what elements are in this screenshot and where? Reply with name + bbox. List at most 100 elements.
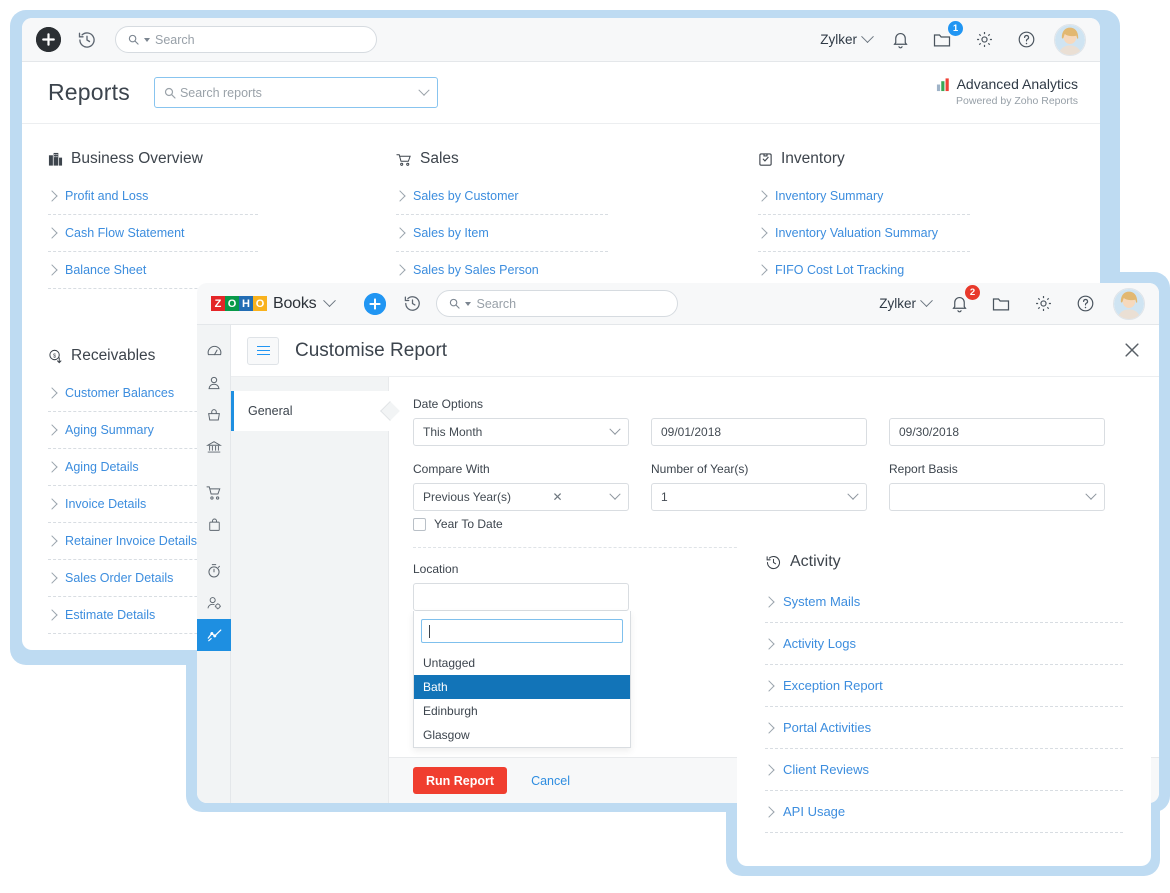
location-option[interactable]: Edinburgh [414,699,630,723]
rail-spacer [197,541,230,555]
reports-chart-icon[interactable] [197,619,231,651]
chevron-right-icon [46,461,58,473]
history-clock-icon[interactable] [398,290,426,318]
chevron-down-icon[interactable] [323,294,337,308]
shopping-cart-icon[interactable] [197,477,231,509]
report-link[interactable]: Sales by Item [394,215,608,252]
report-basis-select[interactable] [889,483,1105,511]
report-link[interactable]: Cash Flow Statement [46,215,258,252]
accountant-icon[interactable] [197,587,231,619]
bell-icon[interactable] [886,26,914,54]
start-date-value: 09/01/2018 [661,425,722,439]
tab-general[interactable]: General [231,391,389,431]
gear-icon[interactable] [970,26,998,54]
report-link[interactable]: Profit and Loss [46,178,258,215]
help-circle-icon[interactable] [1071,290,1099,318]
search-placeholder: Search [155,32,195,47]
activity-link[interactable]: Client Reviews [763,749,1123,791]
search-scope-caret-icon[interactable] [144,37,150,42]
books-topbar-right: Zylker 2 [879,284,1145,320]
chevron-right-icon [763,637,775,650]
search-input[interactable]: Search [436,290,679,317]
location-option-selected[interactable]: Bath [414,675,630,699]
end-date-input[interactable]: 09/30/2018 [889,418,1105,446]
location-option-label: Glasgow [423,728,470,742]
basket-icon[interactable] [197,399,231,431]
activity-link[interactable]: Portal Activities [763,707,1123,749]
activity-link[interactable]: Exception Report [763,665,1123,707]
chevron-right-icon [46,424,58,436]
year-to-date-label: Year To Date [434,517,503,531]
advanced-analytics-block[interactable]: Advanced Analytics Powered by Zoho Repor… [936,76,1078,107]
bank-icon[interactable] [197,431,231,463]
category-header-inventory: Inventory [758,148,1092,170]
clear-x-icon[interactable]: ✕ [552,490,569,504]
number-of-years-value: 1 [661,490,668,504]
text-cursor [429,624,430,638]
folder-icon[interactable] [987,290,1015,318]
category-title: Sales [420,150,459,167]
books-topbar: Z O H O Books Search Zylker 2 [197,283,1159,325]
books-icon-rail [197,325,231,803]
dashboard-icon[interactable] [197,335,231,367]
tab-general-label: General [248,404,293,418]
page-title: Reports [48,79,130,105]
date-options-select[interactable]: This Month [413,418,629,446]
chevron-right-icon [394,264,406,276]
activity-link[interactable]: Activity Logs [763,623,1123,665]
shopping-cart-icon [396,153,411,166]
search-scope-caret-icon[interactable] [465,301,472,306]
close-icon[interactable] [1121,339,1143,361]
avatar[interactable] [1113,287,1145,320]
chevron-right-icon [763,721,775,734]
date-options-cell: This Month [413,418,629,446]
org-switcher[interactable]: Zylker [879,294,933,311]
location-option[interactable]: Glasgow [414,723,630,747]
org-switcher[interactable]: Zylker [820,30,874,47]
report-link-label: FIFO Cost Lot Tracking [775,263,905,277]
number-of-years-select[interactable]: 1 [651,483,867,511]
activity-link[interactable]: API Usage [763,791,1123,833]
purchases-bag-icon[interactable] [197,509,231,541]
compare-with-select[interactable]: Previous Year(s) ✕ [413,483,629,511]
report-link[interactable]: Inventory Summary [756,178,970,215]
folder-icon[interactable]: 1 [928,20,963,54]
avatar[interactable] [1054,23,1086,56]
bar-chart-icon [936,77,949,91]
location-option[interactable]: Untagged [414,651,630,675]
chevron-down-icon [609,423,621,435]
gear-icon[interactable] [1029,290,1057,318]
start-date-cell: 09/01/2018 [651,418,867,446]
report-link-label: Invoice Details [65,497,147,511]
location-select[interactable] [413,583,629,611]
start-date-input[interactable]: 09/01/2018 [651,418,867,446]
search-reports-input[interactable]: Search reports [153,77,438,108]
history-clock-icon[interactable] [73,26,101,54]
chevron-right-icon [46,264,58,276]
run-report-button[interactable]: Run Report [413,767,508,794]
plus-circle-icon[interactable] [36,27,61,52]
zoho-books-logo[interactable]: Z O H O Books [211,294,337,313]
report-link-label: Sales by Item [413,226,489,240]
page-title: Customise Report [295,339,448,361]
customers-icon[interactable] [197,367,231,399]
bell-icon[interactable]: 2 [945,284,980,318]
chevron-down-icon [418,84,430,96]
report-link[interactable]: Sales by Customer [394,178,608,215]
location-filter-input[interactable] [421,619,623,643]
number-of-years-label: Number of Year(s) [651,462,749,476]
year-to-date-checkbox[interactable] [413,517,426,531]
help-circle-icon[interactable] [1012,26,1040,54]
compare-row: Compare With Previous Year(s) ✕ Number o… [413,462,1135,511]
plus-circle-icon[interactable] [364,292,387,315]
search-input[interactable]: Search [115,26,377,53]
hamburger-icon[interactable] [247,336,279,365]
report-link[interactable]: Inventory Valuation Summary [756,215,970,252]
folder-badge: 1 [948,20,963,36]
activity-link[interactable]: System Mails [763,581,1123,623]
cancel-button[interactable]: Cancel [525,773,576,789]
timesheet-timer-icon[interactable] [197,555,231,587]
building-icon [48,152,63,166]
activity-link-label: API Usage [783,804,846,819]
chevron-right-icon [46,498,58,510]
